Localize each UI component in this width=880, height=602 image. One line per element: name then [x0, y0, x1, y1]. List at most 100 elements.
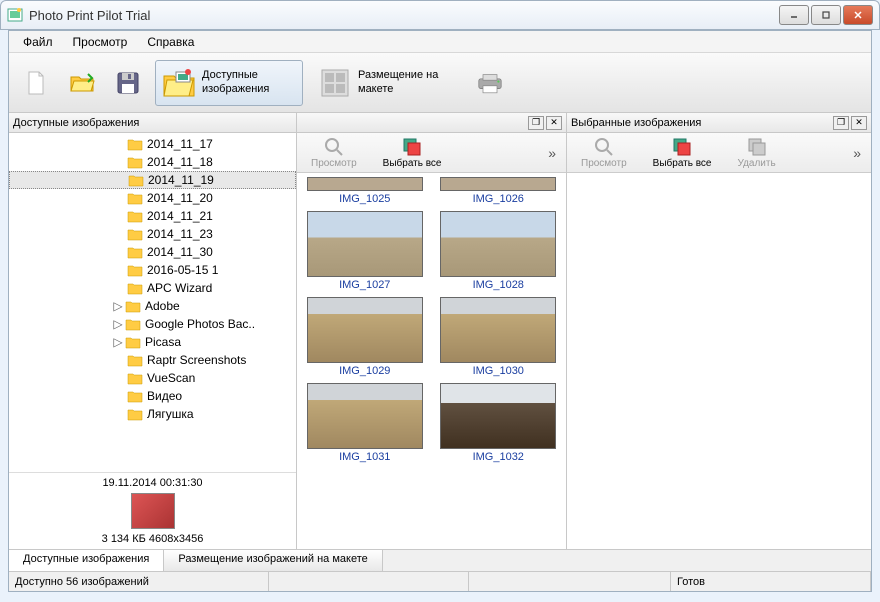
tree-item[interactable]: Видео — [9, 387, 296, 405]
open-button[interactable] — [63, 64, 101, 102]
folder-icon — [127, 191, 143, 205]
thumbnail-image — [307, 383, 423, 449]
panel-float-button[interactable]: ❐ — [833, 116, 849, 130]
magnifier-icon — [594, 137, 614, 157]
magnifier-icon — [324, 137, 344, 157]
minimize-button[interactable] — [779, 5, 809, 25]
print-button[interactable] — [467, 64, 513, 102]
close-button[interactable] — [843, 5, 873, 25]
thumbnail-image — [440, 177, 556, 191]
tab-layout-placement[interactable]: Размещение изображений на макете — [164, 550, 382, 571]
thumbnail-item[interactable]: IMG_1028 — [433, 209, 565, 293]
panel-close-button[interactable]: ✕ — [546, 116, 562, 130]
menu-view[interactable]: Просмотр — [63, 33, 138, 51]
tree-item[interactable]: ▷Adobe — [9, 297, 296, 315]
thumbnail-image — [307, 297, 423, 363]
thumbnail-item[interactable]: IMG_1029 — [299, 295, 431, 379]
selected-thumbnail-grid[interactable] — [567, 173, 871, 549]
new-button[interactable] — [17, 64, 55, 102]
tab-available-images[interactable]: Доступные изображения — [9, 550, 164, 571]
panel-close-button[interactable]: ✕ — [851, 116, 867, 130]
expander-icon[interactable]: ▷ — [111, 299, 125, 313]
folder-icon — [127, 209, 143, 223]
select-all-button[interactable]: Выбрать все — [649, 135, 716, 171]
thumbnail-item[interactable]: IMG_1031 — [299, 381, 431, 465]
selected-images-panel: Выбранные изображения ❐ ✕ Просмотр Выбра… — [567, 113, 871, 549]
tree-item[interactable]: 2014_11_19 — [9, 171, 296, 189]
tree-item[interactable]: APC Wizard — [9, 279, 296, 297]
menu-help[interactable]: Справка — [137, 33, 204, 51]
tree-item[interactable]: Raptr Screenshots — [9, 351, 296, 369]
thumbnails-panel-header: ❐ ✕ — [297, 113, 566, 133]
save-button[interactable] — [109, 64, 147, 102]
status-ready: Готов — [671, 572, 871, 591]
preview-button[interactable]: Просмотр — [577, 135, 631, 171]
thumbnail-item[interactable]: IMG_1027 — [299, 209, 431, 293]
tree-item-label: 2014_11_20 — [147, 191, 213, 205]
thumbnail-grid[interactable]: IMG_1025 IMG_1026IMG_1027IMG_1028 IMG_1029… — [297, 173, 566, 549]
tree-item-label: Google Photos Bac.. — [145, 317, 255, 331]
file-size-resolution: 3 134 КБ 4608x3456 — [17, 533, 288, 545]
menu-file[interactable]: Файл — [13, 33, 63, 51]
toolbar-overflow-button[interactable]: » — [548, 145, 556, 161]
folder-icon — [127, 353, 143, 367]
delete-icon — [747, 137, 767, 157]
delete-button[interactable]: Удалить — [734, 135, 780, 171]
tree-item-label: VueScan — [147, 371, 195, 385]
tree-item[interactable]: ▷ Google Photos Bac.. — [9, 315, 296, 333]
layout-icon — [318, 66, 352, 100]
tree-item-label: 2016-05-15 1 — [147, 263, 218, 277]
available-images-tab[interactable]: Доступные изображения — [155, 60, 303, 106]
thumbnail-item[interactable]: IMG_1032 — [433, 381, 565, 465]
selected-toolbar: Просмотр Выбрать все Удалить » — [567, 133, 871, 173]
tree-item[interactable]: 2014_11_21 — [9, 207, 296, 225]
layout-placement-tab[interactable]: Размещение на макете — [311, 60, 459, 106]
folder-tree[interactable]: 2014_11_172014_11_182014_11_19 2014_11_20… — [9, 133, 296, 472]
tree-item[interactable]: 2014_11_18 — [9, 153, 296, 171]
tree-item[interactable]: 2014_11_23 — [9, 225, 296, 243]
status-available-count: Доступно 56 изображений — [9, 572, 269, 591]
folder-icon — [128, 173, 144, 187]
folder-icon — [127, 227, 143, 241]
expander-icon[interactable]: ▷ — [111, 317, 125, 331]
toolbar-overflow-button[interactable]: » — [853, 145, 861, 161]
expander-icon[interactable]: ▷ — [111, 335, 125, 349]
tree-item-label: 2014_11_23 — [147, 227, 213, 241]
tree-item[interactable]: 2016-05-15 1 — [9, 261, 296, 279]
tree-item[interactable]: 2014_11_20 — [9, 189, 296, 207]
select-all-icon — [402, 137, 422, 157]
tree-item[interactable]: ▷Picasa — [9, 333, 296, 351]
tree-item[interactable]: 2014_11_17 — [9, 135, 296, 153]
thumbnails-panel: ❐ ✕ Просмотр Выбрать все » IMG_1025IMG_1… — [297, 113, 567, 549]
panels-row: Доступные изображения 2014_11_172014_11_… — [9, 113, 871, 549]
maximize-button[interactable] — [811, 5, 841, 25]
available-images-label: Доступные изображения — [202, 69, 292, 95]
select-all-button[interactable]: Выбрать все — [379, 135, 446, 171]
panel-float-button[interactable]: ❐ — [528, 116, 544, 130]
available-images-panel: Доступные изображения 2014_11_172014_11_… — [9, 113, 297, 549]
thumbnail-label: IMG_1031 — [339, 451, 390, 463]
thumbnail-item[interactable]: IMG_1030 — [433, 295, 565, 379]
folder-icon — [127, 263, 143, 277]
thumbnail-item[interactable]: IMG_1026 — [433, 175, 565, 207]
layout-placement-label: Размещение на макете — [358, 69, 448, 95]
menu-bar: Файл Просмотр Справка — [9, 31, 871, 53]
available-panel-title: Доступные изображения — [13, 117, 292, 129]
folder-icon — [127, 371, 143, 385]
thumbnail-item[interactable]: IMG_1025 — [299, 175, 431, 207]
thumbnail-label: IMG_1030 — [473, 365, 524, 377]
tree-info: 19.11.2014 00:31:30 3 134 КБ 4608x3456 — [9, 472, 296, 549]
folder-icon — [127, 245, 143, 259]
thumbnail-label: IMG_1025 — [339, 193, 390, 205]
selected-panel-header: Выбранные изображения ❐ ✕ — [567, 113, 871, 133]
folder-icon — [125, 317, 141, 331]
preview-button[interactable]: Просмотр — [307, 135, 361, 171]
content-frame: Файл Просмотр Справка Доступные изображе… — [8, 30, 872, 592]
tree-item[interactable]: 2014_11_30 — [9, 243, 296, 261]
thumbnail-label: IMG_1029 — [339, 365, 390, 377]
tree-item[interactable]: Лягушка — [9, 405, 296, 423]
tree-item[interactable]: VueScan — [9, 369, 296, 387]
thumbnail-image — [307, 177, 423, 191]
tree-item-label: APC Wizard — [147, 281, 212, 295]
main-toolbar: Доступные изображения Размещение на маке… — [9, 53, 871, 113]
